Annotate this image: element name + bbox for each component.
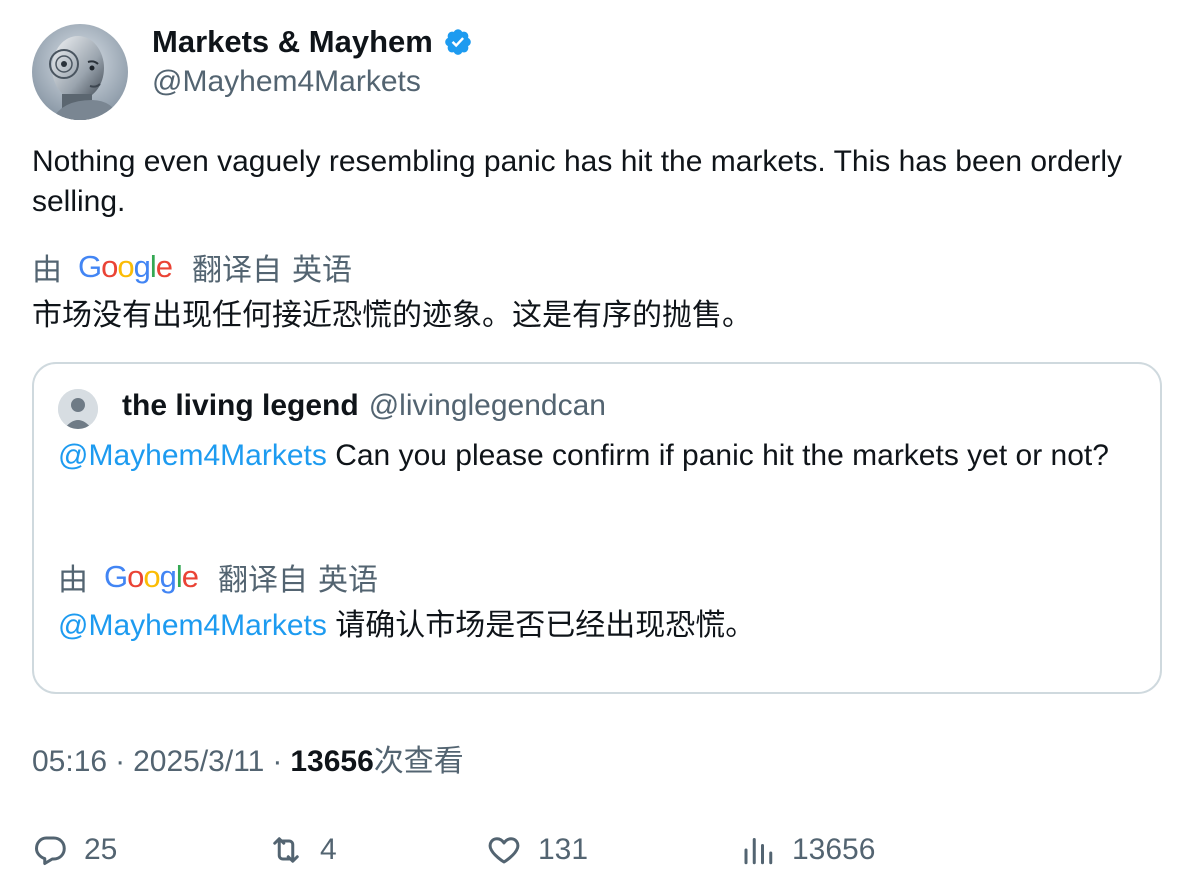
display-name-row: Markets & Mayhem bbox=[152, 24, 473, 60]
quoted-author-handle[interactable]: @livinglegendcan bbox=[369, 389, 606, 423]
robot-avatar-image bbox=[32, 24, 128, 120]
reply-icon bbox=[35, 836, 66, 865]
like-count: 131 bbox=[538, 833, 589, 866]
retweet-button[interactable]: 4 bbox=[268, 828, 337, 872]
reply-count: 25 bbox=[84, 833, 118, 866]
google-logo-icon: Google bbox=[104, 559, 199, 594]
retweet-icon bbox=[273, 837, 299, 863]
source-language-label: 英语 bbox=[292, 254, 353, 287]
tweet-time[interactable]: 05:16 bbox=[32, 742, 107, 782]
quoted-tweet-header: the living legend @livinglegendcan bbox=[58, 386, 606, 429]
tweet-meta: 05:16 · 2025/3/11 · 13656 次查看 bbox=[32, 742, 464, 782]
quoted-tweet-body: Can you please confirm if panic hit the … bbox=[326, 439, 1109, 472]
author-handle[interactable]: @Mayhem4Markets bbox=[152, 64, 473, 100]
author-avatar[interactable] bbox=[32, 24, 128, 120]
author-names: Markets & Mayhem @Mayhem4Markets bbox=[152, 24, 473, 100]
quoted-tweet-text: @Mayhem4Markets Can you please confirm i… bbox=[58, 436, 1128, 476]
tweet-text: Nothing even vaguely resembling panic ha… bbox=[32, 145, 1123, 218]
heart-icon bbox=[488, 837, 520, 864]
meta-separator: · bbox=[115, 745, 126, 778]
quoted-translated-body: 请确认市场是否已经出现恐慌。 bbox=[326, 609, 756, 642]
analytics-bar-icon bbox=[744, 838, 773, 865]
views-label: 次查看 bbox=[373, 745, 464, 778]
author-display-name[interactable]: Markets & Mayhem bbox=[152, 24, 433, 60]
tweet-date[interactable]: 2025/3/11 bbox=[133, 742, 264, 782]
quoted-source-language-label: 英语 bbox=[318, 564, 379, 597]
retweet-count: 4 bbox=[320, 833, 337, 866]
views-button[interactable]: 13656 bbox=[740, 828, 875, 872]
quoted-tweet-card[interactable]: the living legend @livinglegendcan @Mayh… bbox=[32, 362, 1162, 694]
quoted-translation-attribution: 由 Google 翻译自 英语 bbox=[58, 557, 378, 597]
quoted-author-display-name[interactable]: the living legend bbox=[122, 389, 359, 423]
views-action-count: 13656 bbox=[792, 833, 876, 866]
quoted-translation-by-label: 由 bbox=[58, 564, 88, 597]
quoted-author-avatar[interactable] bbox=[58, 389, 98, 429]
views-count: 13656 bbox=[290, 745, 374, 778]
quoted-mention-link[interactable]: @Mayhem4Markets bbox=[58, 439, 327, 472]
verified-badge-icon[interactable] bbox=[443, 27, 473, 57]
tweet-header: Markets & Mayhem @Mayhem4Markets bbox=[32, 24, 473, 120]
action-bar: 25 4 131 13656 bbox=[32, 828, 1162, 872]
meta-separator: · bbox=[272, 745, 283, 778]
translated-tweet-text: 市场没有出现任何接近恐慌的迹象。这是有序的抛售。 bbox=[32, 299, 752, 332]
translation-by-label: 由 bbox=[32, 254, 62, 287]
quoted-translated-text: @Mayhem4Markets 请确认市场是否已经出现恐慌。 bbox=[58, 606, 755, 646]
quoted-translated-from-label: 翻译自 bbox=[218, 564, 309, 597]
reply-button[interactable]: 25 bbox=[32, 828, 117, 872]
google-logo-icon: Google bbox=[78, 249, 173, 284]
like-button[interactable]: 131 bbox=[486, 828, 588, 872]
default-user-icon bbox=[58, 389, 98, 429]
translated-from-label: 翻译自 bbox=[192, 254, 283, 287]
quoted-translated-mention-link[interactable]: @Mayhem4Markets bbox=[58, 609, 327, 642]
translation-attribution: 由 Google 翻译自 英语 bbox=[32, 247, 352, 287]
